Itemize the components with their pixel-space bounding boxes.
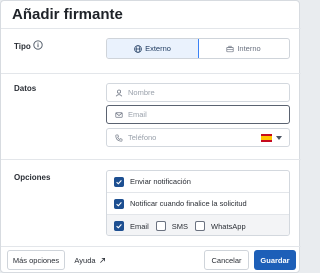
interno-label: Interno — [237, 44, 261, 53]
chevron-down-icon[interactable] — [276, 136, 282, 140]
mail-icon — [115, 111, 123, 118]
enviar-notificacion-option[interactable]: Enviar notificación — [107, 171, 289, 193]
whatsapp-channel-label: WhatsApp — [211, 221, 246, 231]
telefono-placeholder: Teléfono — [128, 133, 157, 142]
channel-email[interactable]: Email — [114, 221, 149, 231]
email-placeholder: Email — [128, 110, 147, 119]
phone-icon — [115, 134, 123, 142]
divider — [1, 159, 301, 160]
user-icon — [115, 89, 123, 96]
externo-label: Externo — [145, 44, 171, 53]
telefono-input[interactable]: Teléfono — [106, 128, 290, 147]
enviar-notificacion-label: Enviar notificación — [130, 177, 191, 186]
check-icon — [116, 201, 122, 207]
cancel-button[interactable]: Cancelar — [204, 250, 249, 270]
nombre-input[interactable]: Nombre — [106, 83, 290, 102]
sms-channel-label: SMS — [171, 221, 189, 231]
info-icon[interactable] — [33, 40, 43, 50]
datos-label: Datos — [14, 84, 37, 93]
channel-whatsapp[interactable]: WhatsApp — [195, 221, 246, 231]
channel-sms[interactable]: SMS — [155, 221, 189, 231]
notificar-finalice-option[interactable]: Notificar cuando finalice la solicitud — [107, 193, 289, 215]
dialog-title: Añadir firmante — [12, 6, 123, 23]
enviar-notificacion-checkbox[interactable] — [114, 176, 124, 187]
divider — [1, 28, 301, 29]
ayuda-label: Ayuda — [74, 255, 96, 265]
divider — [1, 73, 301, 74]
save-button[interactable]: Guardar — [254, 250, 296, 270]
sms-checkbox[interactable] — [155, 221, 166, 231]
opciones-label: Opciones — [14, 173, 51, 182]
email-input[interactable]: Email — [106, 105, 290, 124]
check-icon — [116, 224, 122, 229]
opciones-box: Enviar notificación Notificar cuando fin… — [106, 170, 290, 236]
divider — [1, 246, 301, 247]
briefcase-icon — [226, 45, 234, 52]
notificar-finalice-checkbox[interactable] — [114, 198, 124, 209]
email-checkbox[interactable] — [114, 221, 124, 231]
mas-opciones-button[interactable]: Más opciones — [7, 250, 65, 270]
check-icon — [116, 179, 122, 185]
tipo-externo-option[interactable]: Externo — [107, 39, 199, 58]
whatsapp-checkbox[interactable] — [195, 221, 206, 231]
add-signer-dialog: Añadir firmante Tipo Externo Interno Dat… — [0, 0, 301, 273]
tipo-label: Tipo — [14, 42, 31, 51]
flag-es-icon[interactable] — [261, 134, 272, 142]
tipo-interno-option[interactable]: Interno — [198, 39, 289, 58]
tipo-segmented-control: Externo Interno — [106, 38, 290, 59]
external-link-icon — [99, 257, 105, 263]
notificar-finalice-label: Notificar cuando finalice la solicitud — [130, 199, 247, 208]
ayuda-link[interactable]: Ayuda — [71, 250, 109, 270]
nombre-placeholder: Nombre — [128, 88, 155, 97]
globe-icon — [134, 44, 142, 53]
email-channel-label: Email — [130, 221, 149, 231]
channels-row: Email SMS WhatsApp — [107, 215, 289, 235]
